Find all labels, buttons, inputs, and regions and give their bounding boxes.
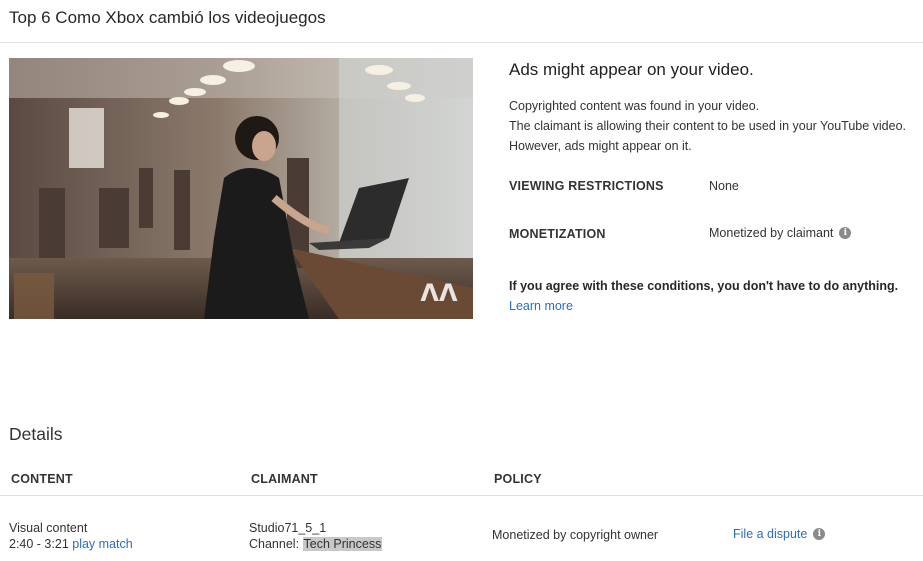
thumbnail-watermark: ΛΛ (420, 279, 458, 307)
claim-description: Copyrighted content was found in your vi… (509, 96, 923, 156)
claim-info: Ads might appear on your video. Copyrigh… (509, 60, 923, 156)
claim-heading: Ads might appear on your video. (509, 60, 754, 79)
info-icon[interactable]: i (839, 227, 852, 239)
column-header-claimant: CLAIMANT (251, 472, 318, 486)
content-type: Visual content (9, 521, 88, 535)
description-line: The claimant is allowing their content t… (509, 119, 907, 133)
monetization-text: Monetized by claimant (709, 226, 834, 240)
column-header-policy: POLICY (494, 472, 542, 486)
column-header-content: CONTENT (11, 472, 73, 486)
file-dispute-link[interactable]: File a dispute (733, 526, 807, 542)
video-thumbnail[interactable]: ΛΛ (9, 58, 473, 319)
table-divider (0, 495, 923, 496)
claimant-channel: Channel: Tech Princess (249, 536, 383, 552)
agree-text: If you agree with these conditions, you … (509, 279, 899, 293)
content-cell: Visual content 2:40 - 3:21 play match (9, 520, 133, 552)
viewing-restrictions-text: None (709, 179, 739, 193)
page-header: Top 6 Como Xbox cambió los videojuegos (0, 0, 923, 43)
description-line: Copyrighted content was found in your vi… (509, 99, 760, 113)
channel-prefix: Channel: (249, 537, 300, 551)
viewing-restrictions-value: None (709, 179, 739, 193)
channel-name: Tech Princess (302, 537, 383, 551)
video-title: Top 6 Como Xbox cambió los videojuegos (9, 8, 326, 27)
play-match-link[interactable]: play match (72, 537, 132, 551)
monetization-value: Monetized by claimant i (709, 226, 852, 240)
monetization-label: MONETIZATION (509, 227, 606, 241)
details-heading: Details (9, 424, 63, 444)
policy-cell: Monetized by copyright owner (492, 528, 659, 542)
claimant-cell: Studio71_5_1 Channel: Tech Princess (249, 520, 383, 552)
viewing-restrictions-label: VIEWING RESTRICTIONS (509, 179, 664, 193)
learn-more-link[interactable]: Learn more (509, 299, 573, 313)
description-line: However, ads might appear on it. (509, 139, 692, 153)
claimant-name: Studio71_5_1 (249, 521, 327, 535)
dispute-cell: File a dispute i (733, 526, 826, 542)
content-time: 2:40 - 3:21 play match (9, 536, 133, 552)
time-range: 2:40 - 3:21 (9, 537, 69, 551)
info-icon[interactable]: i (813, 528, 826, 540)
thumbnail-image: ΛΛ (9, 58, 473, 319)
